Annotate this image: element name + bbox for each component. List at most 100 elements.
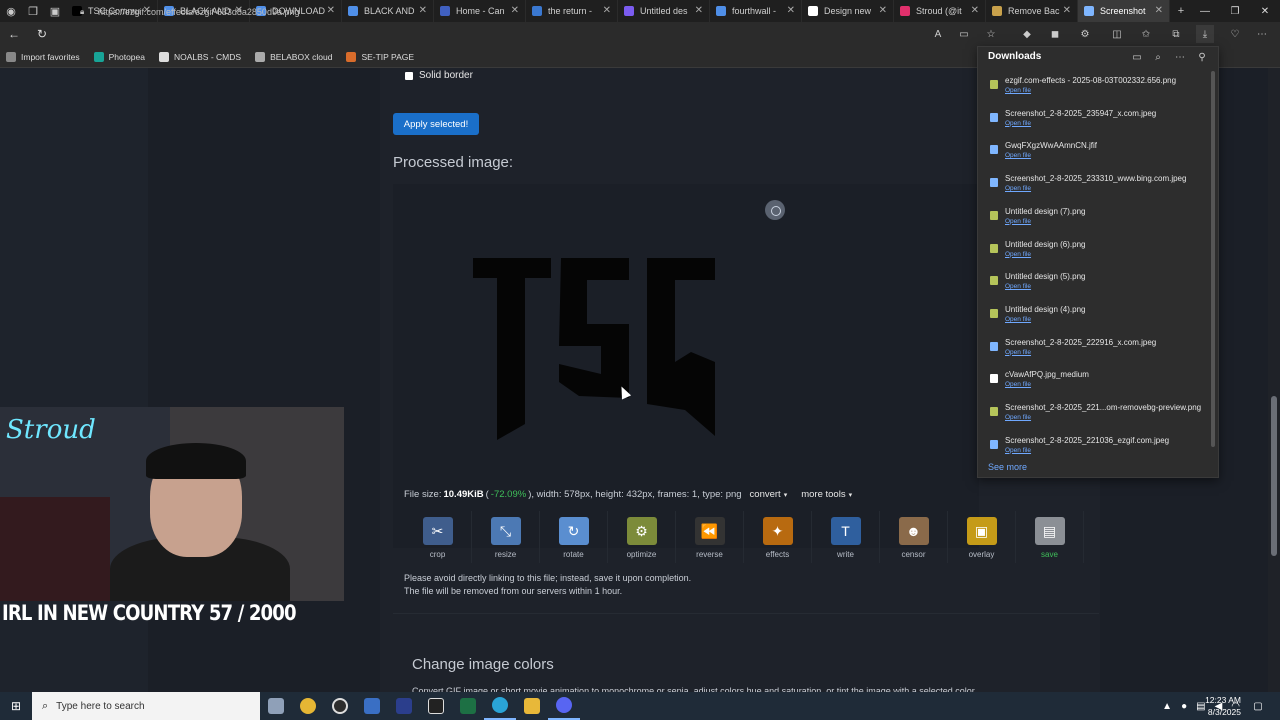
pin-icon[interactable]: ⚲: [1195, 50, 1209, 64]
download-item[interactable]: Untitled design (5).png Open file: [978, 269, 1220, 299]
download-item[interactable]: Screenshot_2-8-2025_233310_www.bing.com.…: [978, 171, 1220, 201]
open-file-link[interactable]: Open file: [1005, 283, 1031, 290]
download-item[interactable]: GwqFXgzWwAAmnCN.jfif Open file: [978, 138, 1220, 168]
open-file-link[interactable]: Open file: [1005, 251, 1031, 258]
tray-overflow-icon[interactable]: ▲: [1162, 701, 1172, 712]
browser-tab[interactable]: Screenshot ✕: [1078, 0, 1170, 22]
tool-optimize-button[interactable]: ⚙ optimize: [608, 511, 676, 563]
open-file-link[interactable]: Open file: [1005, 414, 1031, 421]
file-type-icon: [990, 112, 998, 122]
favorites-icon[interactable]: ✩: [1137, 25, 1155, 43]
download-item[interactable]: Untitled design (4).png Open file: [978, 302, 1220, 332]
open-file-link[interactable]: Open file: [1005, 152, 1031, 159]
more-menu-icon[interactable]: ⋯: [1253, 25, 1271, 43]
download-item[interactable]: cVawAfPQ.jpg_medium Open file: [978, 367, 1220, 397]
tool-censor-button[interactable]: ☻ censor: [880, 511, 948, 563]
chrome-icon[interactable]: [292, 692, 324, 720]
tab-close-icon[interactable]: ✕: [1155, 5, 1163, 16]
more-tools-dropdown[interactable]: more tools: [801, 489, 852, 500]
epic-games-icon[interactable]: [420, 692, 452, 720]
browser-tab[interactable]: Remove Bac ✕: [986, 0, 1078, 22]
collections-icon[interactable]: ⧉: [1167, 25, 1185, 43]
see-more-link[interactable]: See more: [988, 462, 1027, 472]
download-item[interactable]: Screenshot_2-8-2025_221...om-removebg-pr…: [978, 400, 1220, 430]
open-file-link[interactable]: Open file: [1005, 349, 1031, 356]
mic-icon[interactable]: ●: [1181, 701, 1187, 712]
apply-selected-button[interactable]: Apply selected!: [393, 113, 479, 135]
download-item[interactable]: ezgif.com-effects - 2025-08-03T002332.65…: [978, 73, 1220, 103]
back-button[interactable]: ←: [0, 22, 28, 46]
tool-rotate-button[interactable]: ↻ rotate: [540, 511, 608, 563]
close-window-button[interactable]: ✕: [1250, 0, 1280, 22]
minimize-button[interactable]: —: [1190, 0, 1220, 22]
download-item[interactable]: Screenshot_2-8-2025_222916_x.com.jpeg Ope…: [978, 335, 1220, 365]
page-scrollbar[interactable]: [1268, 68, 1280, 692]
split-screen-icon[interactable]: ◫: [1108, 25, 1126, 43]
maximize-button[interactable]: ❐: [1220, 0, 1250, 22]
workspaces-icon[interactable]: ❐: [22, 0, 44, 22]
notification-icon[interactable]: ▢: [1250, 698, 1266, 714]
open-file-link[interactable]: Open file: [1005, 316, 1031, 323]
tab-close-icon[interactable]: ✕: [1063, 5, 1071, 16]
profile-icon[interactable]: ◉: [0, 0, 22, 22]
download-item[interactable]: Screenshot_2-8-2025_221036_ezgif.com.jpe…: [978, 433, 1220, 463]
solid-border-checkbox[interactable]: [405, 71, 413, 80]
open-file-link[interactable]: Open file: [1005, 87, 1031, 94]
tool-effects-button[interactable]: ✦ effects: [744, 511, 812, 563]
app-n-icon[interactable]: [388, 692, 420, 720]
file-type-icon: [990, 210, 998, 220]
task-view-icon[interactable]: [260, 692, 292, 720]
open-folder-icon[interactable]: ▭: [1130, 50, 1144, 64]
downloads-scrollbar[interactable]: [1211, 71, 1215, 447]
scrollbar-thumb[interactable]: [1271, 396, 1277, 556]
stream-banner: IRL IN NEW COUNTRY 57 / 2000: [2, 601, 297, 625]
tool-overlay-button[interactable]: ▣ overlay: [948, 511, 1016, 563]
app-available-icon[interactable]: ▭: [955, 25, 973, 43]
extension-icon-2[interactable]: ◼: [1046, 25, 1064, 43]
open-file-link[interactable]: Open file: [1005, 447, 1031, 454]
tool-resize-button[interactable]: ⤡ resize: [472, 511, 540, 563]
extension-icon-1[interactable]: ◆: [1018, 25, 1036, 43]
open-file-link[interactable]: Open file: [1005, 185, 1031, 192]
favorite-star-icon[interactable]: ☆: [982, 25, 1000, 43]
taskbar-clock[interactable]: 12:23 AM 8/3/2025: [1201, 694, 1241, 718]
downloads-more-icon[interactable]: ⋯: [1173, 50, 1187, 64]
download-filename: GwqFXgzWwAAmnCN.jfif: [1005, 141, 1098, 151]
excel-icon[interactable]: [452, 692, 484, 720]
download-item[interactable]: Untitled design (7).png Open file: [978, 204, 1220, 234]
tool-crop-button[interactable]: ✂ crop: [404, 511, 472, 563]
open-file-link[interactable]: Open file: [1005, 218, 1031, 225]
search-downloads-icon[interactable]: ⌕: [1151, 50, 1165, 64]
bookmark-icon: [346, 51, 357, 62]
bookmark-item[interactable]: Photopea: [93, 51, 145, 62]
bookmark-item[interactable]: Import favorites: [6, 51, 80, 62]
obs-icon[interactable]: [324, 692, 356, 720]
tool-save-button[interactable]: ▤ save: [1016, 511, 1084, 563]
read-aloud-icon[interactable]: A: [929, 25, 947, 43]
tool-write-button[interactable]: Twrite: [812, 511, 880, 563]
bookmark-item[interactable]: BELABOX cloud: [255, 51, 332, 62]
discord-icon[interactable]: [548, 692, 580, 720]
downloads-icon[interactable]: ⤓: [1196, 25, 1214, 43]
download-item[interactable]: Screenshot_2-8-2025_235947_x.com.jpeg Ope…: [978, 106, 1220, 136]
url-field[interactable]: 🔒︎ https://ezgif.com/effects/ezgif-633d8…: [80, 4, 920, 20]
tab-actions-icon[interactable]: ▣: [44, 0, 66, 22]
store-icon[interactable]: [356, 692, 388, 720]
refresh-button[interactable]: ↻: [28, 22, 56, 46]
tool-reverse-button[interactable]: ⏪ reverse: [676, 511, 744, 563]
tab-close-icon[interactable]: ✕: [971, 5, 979, 16]
copilot-icon[interactable]: ♡: [1226, 25, 1244, 43]
download-item[interactable]: Untitled design (6).png Open file: [978, 237, 1220, 267]
bookmark-item[interactable]: NOALBS - CMDS: [158, 51, 241, 62]
open-file-link[interactable]: Open file: [1005, 120, 1031, 127]
windows-start-icon[interactable]: ⊞: [0, 692, 32, 720]
edge-icon[interactable]: [484, 692, 516, 720]
open-file-link[interactable]: Open file: [1005, 381, 1031, 388]
new-tab-button[interactable]: +: [1170, 0, 1192, 22]
convert-dropdown[interactable]: convert: [750, 489, 788, 500]
file-explorer-icon[interactable]: [516, 692, 548, 720]
extensions-icon[interactable]: ⚙: [1076, 25, 1094, 43]
bookmark-item[interactable]: SE-TIP PAGE: [346, 51, 414, 62]
solid-border-option[interactable]: Solid border: [405, 70, 473, 81]
taskbar-search[interactable]: ⌕ Type here to search: [32, 692, 260, 720]
